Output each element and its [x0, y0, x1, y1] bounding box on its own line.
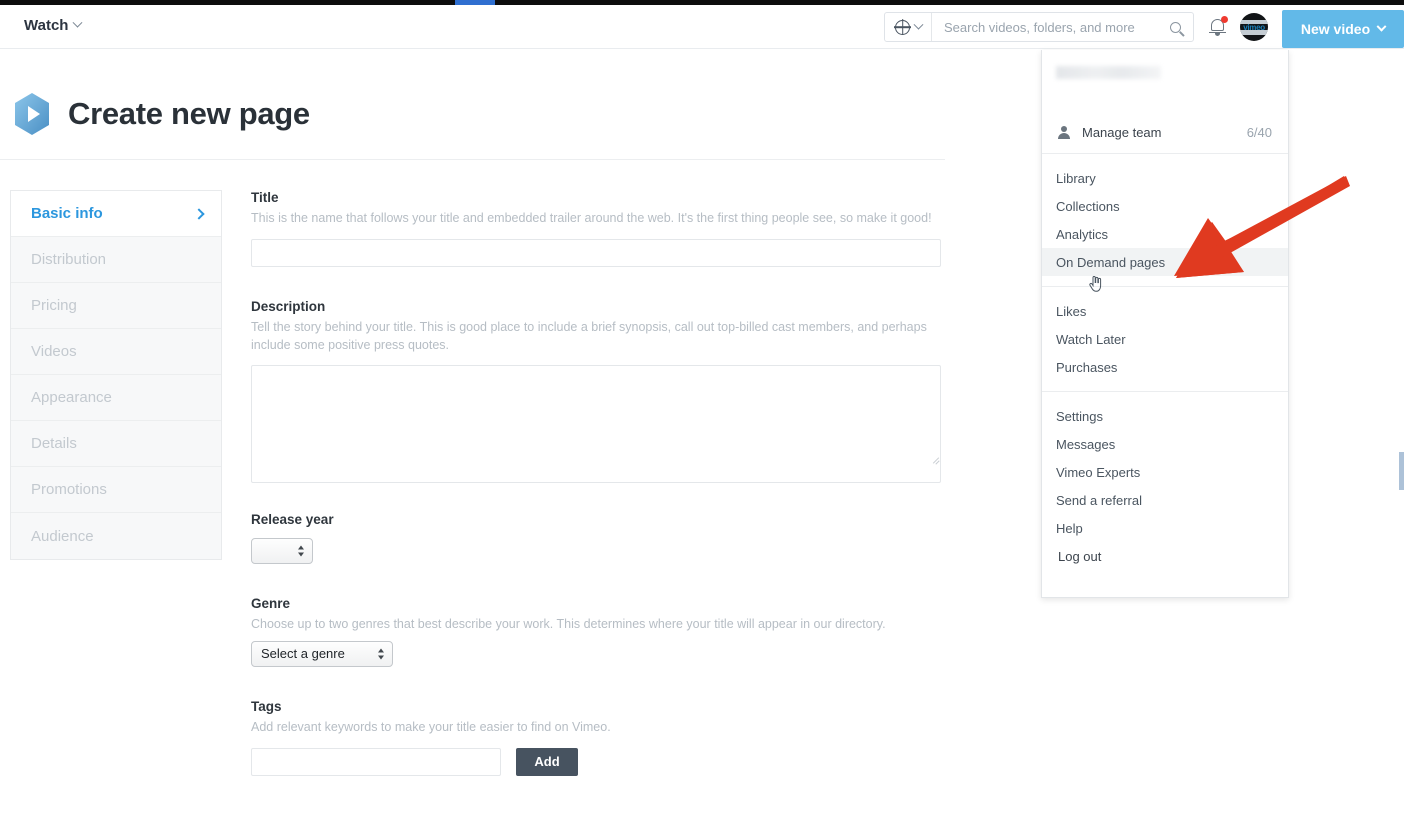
tags-help-text: Add relevant keywords to make your title… — [251, 718, 941, 736]
title-help-text: This is the name that follows your title… — [251, 209, 941, 227]
bell-clapper-icon — [1215, 33, 1220, 36]
account-name-redacted — [1042, 50, 1288, 112]
manage-team-label: Manage team — [1082, 125, 1247, 140]
sidebar-item-pricing[interactable]: Pricing — [11, 283, 221, 329]
genre-help-text: Choose up to two genres that best descri… — [251, 615, 941, 633]
page-header: Create new page — [0, 70, 945, 160]
blurred-account-name — [1056, 66, 1161, 79]
new-video-button[interactable]: New video — [1282, 10, 1404, 48]
search-input[interactable] — [932, 20, 1170, 35]
sidebar-item-label: Pricing — [31, 297, 77, 314]
person-icon — [1056, 125, 1072, 141]
globe-icon — [895, 20, 910, 35]
watch-menu-label: Watch — [24, 17, 68, 34]
menu-item-log-out[interactable]: Log out — [1042, 542, 1288, 570]
sidebar-item-label: Promotions — [31, 481, 107, 498]
tags-input-row: Add — [251, 748, 943, 776]
genre-value: Select a genre — [261, 646, 345, 661]
account-dropdown-menu: Manage team 6/40 Library Collections Ana… — [1041, 50, 1289, 598]
page-title: Create new page — [68, 96, 310, 132]
annotation-arrow-icon — [1168, 172, 1350, 284]
description-help-text: Tell the story behind your title. This i… — [251, 318, 941, 354]
chevron-right-icon — [193, 208, 204, 219]
tags-input[interactable] — [251, 748, 501, 776]
genre-select[interactable]: Select a genre — [251, 641, 393, 667]
search-bar — [884, 12, 1194, 42]
avatar[interactable]: vimeo — [1240, 13, 1268, 41]
search-scope-selector[interactable] — [885, 13, 932, 41]
sidebar-item-label: Distribution — [31, 251, 106, 268]
chevron-down-icon — [914, 19, 924, 29]
menu-group-personal: Likes Watch Later Purchases — [1042, 287, 1288, 392]
menu-item-vimeo-experts[interactable]: Vimeo Experts — [1042, 458, 1288, 486]
avatar-label: vimeo — [1243, 23, 1265, 32]
wizard-step-sidebar: Basic info Distribution Pricing Videos A… — [10, 190, 222, 560]
watch-menu-button[interactable]: Watch — [24, 17, 81, 34]
title-label: Title — [251, 190, 943, 205]
basic-info-form: Title This is the name that follows your… — [251, 190, 943, 776]
tags-label: Tags — [251, 699, 943, 714]
sidebar-item-details[interactable]: Details — [11, 421, 221, 467]
sidebar-item-label: Appearance — [31, 389, 112, 406]
release-year-label: Release year — [251, 512, 943, 527]
right-edge-marker — [1399, 452, 1404, 490]
add-tag-button[interactable]: Add — [516, 748, 578, 776]
menu-item-messages[interactable]: Messages — [1042, 430, 1288, 458]
genre-label: Genre — [251, 596, 943, 611]
notification-dot-badge — [1221, 16, 1228, 23]
sidebar-item-label: Details — [31, 435, 77, 452]
chevron-down-icon — [1377, 21, 1387, 31]
stepper-arrows-icon — [378, 648, 384, 659]
release-year-select[interactable] — [251, 538, 313, 564]
menu-item-help[interactable]: Help — [1042, 514, 1288, 542]
field-description: Description Tell the story behind your t… — [251, 299, 943, 488]
sidebar-item-basic-info[interactable]: Basic info — [11, 191, 221, 237]
search-icon[interactable] — [1170, 22, 1181, 33]
sidebar-item-distribution[interactable]: Distribution — [11, 237, 221, 283]
menu-item-watch-later[interactable]: Watch Later — [1042, 325, 1288, 353]
menu-item-purchases[interactable]: Purchases — [1042, 353, 1288, 381]
description-textarea[interactable] — [251, 365, 941, 483]
stepper-arrows-icon — [298, 546, 304, 557]
menu-item-likes[interactable]: Likes — [1042, 297, 1288, 325]
sidebar-item-label: Audience — [31, 528, 94, 545]
menu-group-account: Settings Messages Vimeo Experts Send a r… — [1042, 392, 1288, 580]
sidebar-item-videos[interactable]: Videos — [11, 329, 221, 375]
vimeo-ondemand-logo-icon — [12, 92, 52, 136]
sidebar-item-appearance[interactable]: Appearance — [11, 375, 221, 421]
chevron-down-icon — [73, 18, 83, 28]
team-seat-count: 6/40 — [1247, 125, 1272, 140]
app-header: Watch vimeo New video — [0, 5, 1404, 49]
menu-item-send-a-referral[interactable]: Send a referral — [1042, 486, 1288, 514]
sidebar-item-audience[interactable]: Audience — [11, 513, 221, 559]
field-genre: Genre Choose up to two genres that best … — [251, 596, 943, 666]
sidebar-item-promotions[interactable]: Promotions — [11, 467, 221, 513]
mouse-cursor-pointer-icon — [1089, 276, 1103, 292]
menu-item-manage-team[interactable]: Manage team 6/40 — [1042, 112, 1288, 154]
sidebar-item-label: Basic info — [31, 205, 103, 222]
description-label: Description — [251, 299, 943, 314]
menu-item-settings[interactable]: Settings — [1042, 402, 1288, 430]
field-title: Title This is the name that follows your… — [251, 190, 943, 267]
field-release-year: Release year — [251, 512, 943, 564]
sidebar-item-label: Videos — [31, 343, 77, 360]
notifications-button[interactable] — [1208, 16, 1230, 40]
title-input[interactable] — [251, 239, 941, 267]
new-video-label: New video — [1301, 21, 1370, 37]
field-tags: Tags Add relevant keywords to make your … — [251, 699, 943, 776]
